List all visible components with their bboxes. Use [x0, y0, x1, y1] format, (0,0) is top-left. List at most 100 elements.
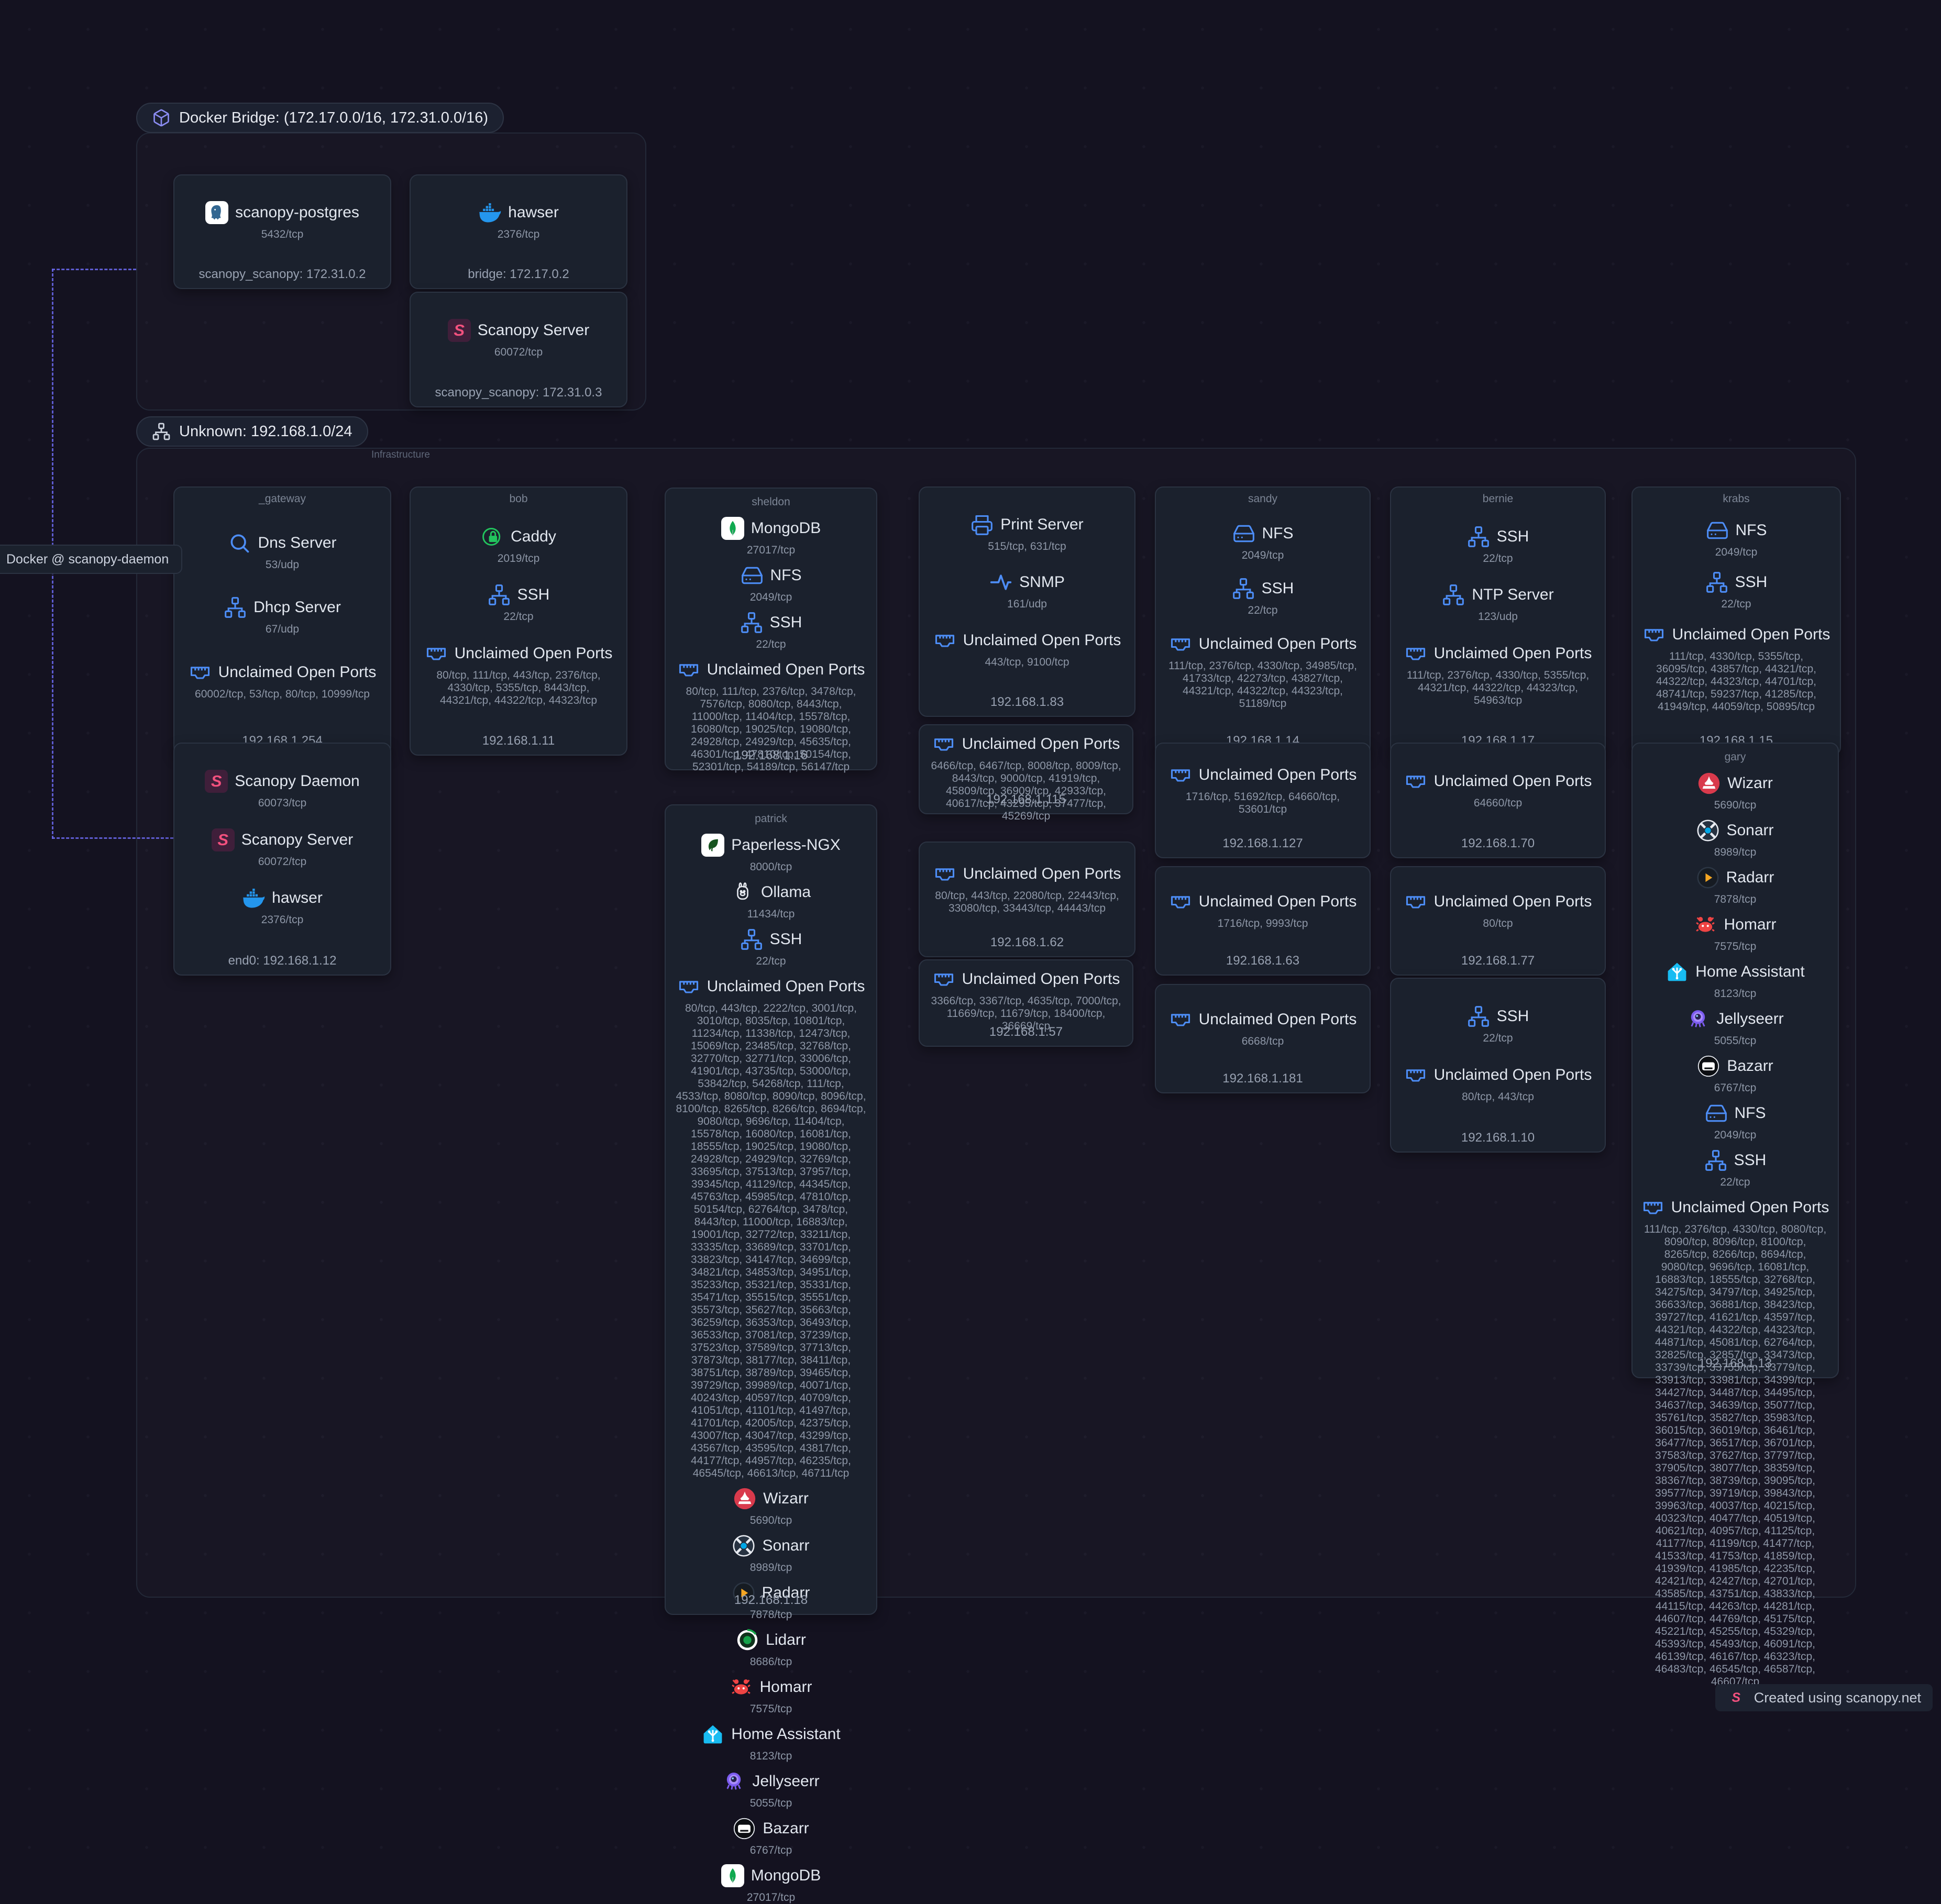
- service-name: Unclaimed Open Ports: [1199, 893, 1357, 911]
- host-card-scanopy-postgres[interactable]: scanopy-postgres5432/tcpscanopy_scanopy:…: [173, 174, 391, 289]
- host-card-unclaimed-115[interactable]: Unclaimed Open Ports6466/tcp, 6467/tcp, …: [919, 724, 1133, 814]
- service-name: Unclaimed Open Ports: [1199, 635, 1357, 653]
- service-ports: 80/tcp, 443/tcp, 22080/tcp, 22443/tcp, 3…: [930, 890, 1124, 915]
- docker-bridge-header-label: Docker Bridge: (172.17.0.0/16, 172.31.0.…: [179, 109, 488, 127]
- ollama-icon: [731, 881, 754, 904]
- service-unclaimed-open-ports: Unclaimed Open Ports80/tcp: [1399, 890, 1596, 930]
- service-unclaimed-open-ports: Unclaimed Open Ports1716/tcp, 51692/tcp,…: [1164, 763, 1361, 816]
- service-snmp: SNMP161/udp: [928, 571, 1126, 611]
- ethernet-icon: [1404, 642, 1427, 665]
- host-card-unclaimed-63[interactable]: Unclaimed Open Ports1716/tcp, 9993/tcp19…: [1155, 866, 1371, 976]
- service-name: Jellyseerr: [1716, 1010, 1783, 1028]
- host-card-print-server[interactable]: Print Server515/tcp, 631/tcpSNMP161/udpU…: [919, 486, 1135, 717]
- service-unclaimed-open-ports: Unclaimed Open Ports80/tcp, 443/tcp, 222…: [673, 975, 869, 1480]
- service-unclaimed-open-ports: Unclaimed Open Ports3366/tcp, 3367/tcp, …: [927, 968, 1125, 1033]
- service-mongodb: MongoDB27017/tcp: [673, 517, 869, 557]
- host-card-scanopy-daemon-host[interactable]: SScanopy Daemon60073/tcpSScanopy Server6…: [173, 743, 391, 976]
- service-ports: 2049/tcp: [750, 591, 792, 604]
- watermark[interactable]: S Created using scanopy.net: [1715, 1684, 1933, 1711]
- service-name: Homarr: [759, 1678, 812, 1696]
- host-card-unclaimed-77[interactable]: Unclaimed Open Ports80/tcp 192.168.1.77: [1390, 866, 1606, 976]
- service-name: Unclaimed Open Ports: [707, 661, 865, 679]
- service-ports: 22/tcp: [756, 638, 786, 651]
- host-card-sheldon[interactable]: sheldonMongoDB27017/tcpNFS2049/tcpSSH22/…: [665, 488, 877, 770]
- service-name: NFS: [770, 567, 802, 584]
- service-name: Sonarr: [1726, 822, 1773, 839]
- host-card-bernie[interactable]: bernieSSH22/tcpNTP Server123/udpUnclaime…: [1390, 486, 1606, 756]
- host-ip: 192.168.1.63: [1156, 954, 1370, 968]
- service-ssh: SSH22/tcp: [1640, 1149, 1830, 1189]
- host-card-scanopy-server[interactable]: SScanopy Server60072/tcpscanopy_scanopy:…: [410, 292, 627, 407]
- service-ports: 7878/tcp: [1714, 893, 1757, 906]
- service-wizarr: Wizarr5690/tcp: [673, 1487, 869, 1527]
- harddrive-icon: [1232, 522, 1255, 545]
- service-bazarr: Bazarr6767/tcp: [673, 1817, 869, 1857]
- homeassistant-icon: [1666, 960, 1689, 983]
- ethernet-icon: [933, 862, 956, 885]
- service-ports: 161/udp: [1007, 598, 1047, 611]
- service-unclaimed-open-ports: Unclaimed Open Ports6466/tcp, 6467/tcp, …: [927, 733, 1125, 823]
- service-ssh: SSH22/tcp: [673, 928, 869, 968]
- host-card-sandy[interactable]: sandyNFS2049/tcpSSH22/tcpUnclaimed Open …: [1155, 486, 1371, 756]
- service-ports: 7575/tcp: [750, 1703, 792, 1715]
- service-ports: 515/tcp, 631/tcp: [988, 540, 1066, 553]
- host-ip: scanopy_scanopy: 172.31.0.2: [174, 267, 390, 282]
- service-ports: 11434/tcp: [747, 908, 795, 921]
- host-card-krabs[interactable]: krabsNFS2049/tcpSSH22/tcpUnclaimed Open …: [1631, 486, 1841, 756]
- homarr-icon: [1694, 913, 1717, 936]
- service-ports: 22/tcp: [1483, 1032, 1513, 1045]
- unknown-network-header-label: Unknown: 192.168.1.0/24: [179, 423, 352, 440]
- host-card-unclaimed-127[interactable]: Unclaimed Open Ports1716/tcp, 51692/tcp,…: [1155, 743, 1371, 858]
- service-ports: 22/tcp: [503, 611, 533, 623]
- host-ip: 192.168.1.70: [1391, 836, 1605, 851]
- service-name: NFS: [1735, 1104, 1766, 1122]
- host-card-unclaimed-62[interactable]: Unclaimed Open Ports 80/tcp, 443/tcp, 220…: [919, 842, 1135, 957]
- service-name: hawser: [508, 204, 559, 222]
- host-ip: bridge: 172.17.0.2: [411, 267, 626, 282]
- service-sonarr: Sonarr8989/tcp: [673, 1534, 869, 1574]
- host-ip: 192.168.1.77: [1391, 954, 1605, 968]
- service-name: Homarr: [1724, 916, 1776, 934]
- network-icon: [1705, 571, 1728, 594]
- ethernet-icon: [425, 642, 448, 665]
- host-card-unclaimed-70[interactable]: Unclaimed Open Ports64660/tcp192.168.1.7…: [1390, 743, 1606, 858]
- lidarr-icon: [736, 1629, 759, 1652]
- service-ports: 123/udp: [1478, 611, 1518, 623]
- service-name: SSH: [770, 931, 802, 948]
- mongodb-icon: [721, 1864, 744, 1887]
- host-card-unclaimed-181[interactable]: Unclaimed Open Ports6668/tcp192.168.1.18…: [1155, 984, 1371, 1093]
- service-unclaimed-open-ports: Unclaimed Open Ports443/tcp, 9100/tcp: [928, 629, 1126, 669]
- service-name: hawser: [272, 889, 323, 907]
- network-icon: [1467, 1005, 1490, 1028]
- service-name: Unclaimed Open Ports: [963, 865, 1121, 883]
- service-name: Unclaimed Open Ports: [1434, 893, 1592, 911]
- service-homarr: Homarr 7575/tcp: [673, 1676, 869, 1715]
- host-card-bob[interactable]: bobCaddy2019/tcpSSH22/tcpUnclaimed Open …: [410, 486, 627, 756]
- host-ip: 192.168.1.11: [411, 734, 626, 748]
- service-caddy: Caddy2019/tcp: [419, 525, 618, 565]
- service-ports: 8123/tcp: [750, 1750, 792, 1763]
- service-ports: 80/tcp, 443/tcp: [1462, 1091, 1534, 1103]
- host-card-gary[interactable]: garyWizarr5690/tcpSonarr8989/tcpRadarr78…: [1631, 743, 1839, 1378]
- host-card-host-10[interactable]: SSH22/tcpUnclaimed Open Ports80/tcp, 443…: [1390, 978, 1606, 1153]
- host-card-gateway[interactable]: _gatewayDns Server53/udpDhcp Server67/ud…: [173, 486, 391, 756]
- host-card-patrick[interactable]: patrickPaperless-NGX8000/tcpOllama11434/…: [665, 804, 877, 1615]
- sonarr-icon: [732, 1534, 755, 1557]
- service-name: Wizarr: [763, 1490, 809, 1508]
- scanopy-icon: S: [448, 319, 471, 342]
- unknown-network-header[interactable]: Unknown: 192.168.1.0/24: [136, 416, 368, 447]
- homarr-icon: [730, 1676, 753, 1699]
- host-card-hawser[interactable]: hawser2376/tcpbridge: 172.17.0.2: [410, 174, 627, 289]
- ethernet-icon: [1404, 770, 1427, 793]
- host-ip: 192.168.1.181: [1156, 1071, 1370, 1086]
- service-ssh: SSH22/tcp: [1399, 1005, 1596, 1045]
- service-ports: 2019/tcp: [498, 552, 540, 565]
- service-ports: 2049/tcp: [1242, 549, 1284, 562]
- service-mongodb: MongoDB27017/tcp: [673, 1864, 869, 1904]
- service-name: Ollama: [761, 883, 811, 901]
- host-ip: 192.168.1.16: [666, 748, 876, 763]
- host-card-unclaimed-57[interactable]: Unclaimed Open Ports3366/tcp, 3367/tcp, …: [919, 959, 1133, 1047]
- service-radarr: Radarr7878/tcp: [1640, 866, 1830, 906]
- docker-bridge-header[interactable]: Docker Bridge: (172.17.0.0/16, 172.31.0.…: [136, 103, 504, 133]
- service-name: Scanopy Server: [241, 831, 353, 849]
